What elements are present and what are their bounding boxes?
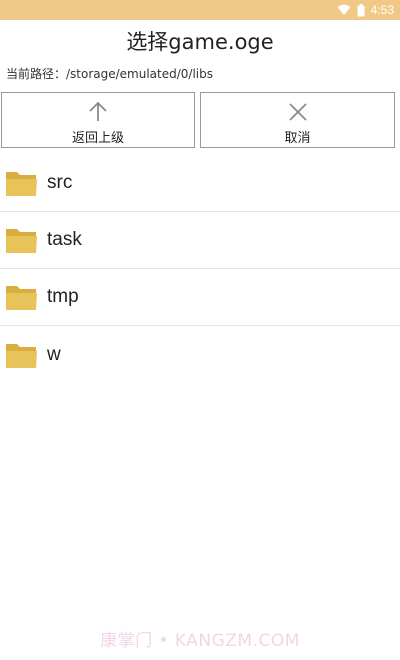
folder-name: w xyxy=(47,343,61,365)
folder-item-task[interactable]: task xyxy=(0,212,400,269)
clock: 4:53 xyxy=(370,3,394,17)
file-list: src task tmp w xyxy=(0,155,400,383)
arrow-up-icon xyxy=(89,101,107,121)
current-path: 当前路径：/storage/emulated/0/libs xyxy=(6,67,214,81)
folder-item-src[interactable]: src xyxy=(0,155,400,212)
battery-icon xyxy=(357,3,365,16)
folder-item-tmp[interactable]: tmp xyxy=(0,269,400,326)
folder-icon xyxy=(6,172,37,196)
folder-name: task xyxy=(47,229,82,250)
cancel-label: 取消 xyxy=(284,131,311,146)
dialog-title: 选择game.oge xyxy=(126,30,274,54)
cancel-button[interactable]: 取消 xyxy=(200,92,395,148)
wifi-icon xyxy=(337,4,351,16)
status-icons: 4:53 xyxy=(337,0,394,20)
status-bar: 4:53 xyxy=(0,0,400,20)
watermark: 康掌门 • KANGZM.COM xyxy=(100,631,300,651)
back-up-button[interactable]: 返回上级 xyxy=(1,92,195,148)
folder-name: tmp xyxy=(47,286,79,307)
folder-name: src xyxy=(47,172,73,193)
close-icon xyxy=(288,103,307,121)
folder-item-w[interactable]: w xyxy=(0,326,400,383)
folder-icon xyxy=(6,286,37,310)
back-up-label: 返回上级 xyxy=(71,131,124,146)
folder-icon xyxy=(6,229,37,253)
folder-icon xyxy=(6,343,37,368)
